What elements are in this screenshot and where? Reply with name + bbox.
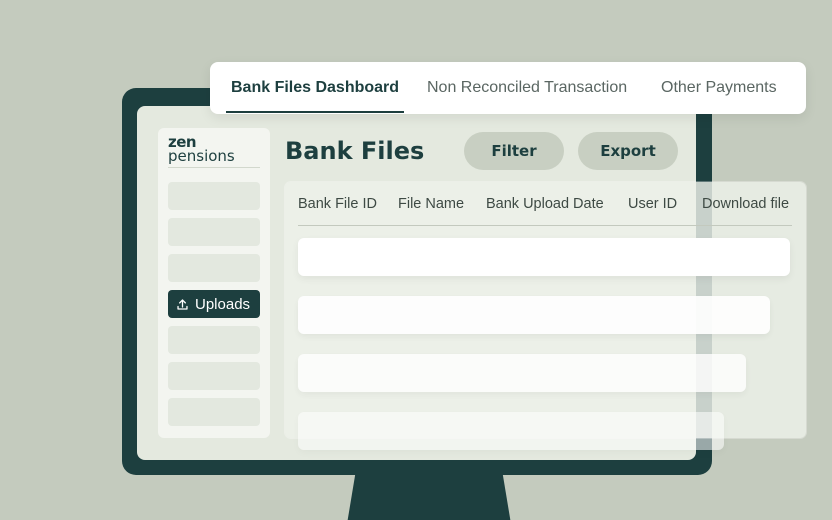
sidebar-item-placeholder[interactable] xyxy=(168,254,260,282)
column-header-file-name[interactable]: File Name xyxy=(398,196,464,212)
column-header-download-file[interactable]: Download file xyxy=(702,196,789,212)
table-row[interactable] xyxy=(298,412,724,450)
column-header-bank-file-id[interactable]: Bank File ID xyxy=(298,196,377,212)
table-row[interactable] xyxy=(298,296,770,334)
page-title: Bank Files xyxy=(285,137,425,165)
active-tab-underline xyxy=(226,111,404,113)
tab-other-payments[interactable]: Other Payments xyxy=(661,79,777,97)
table-row[interactable] xyxy=(298,238,790,276)
monitor-stand xyxy=(346,470,512,520)
upload-icon xyxy=(177,298,188,310)
filter-button[interactable]: Filter xyxy=(464,132,564,170)
tab-bar: Bank Files Dashboard Non Reconciled Tran… xyxy=(210,62,806,114)
sidebar-item-placeholder[interactable] xyxy=(168,362,260,390)
column-header-user-id[interactable]: User ID xyxy=(628,196,677,212)
table-header: Bank File ID File Name Bank Upload Date … xyxy=(298,196,792,226)
sidebar-item-placeholder[interactable] xyxy=(168,398,260,426)
sidebar-item-label: Uploads xyxy=(195,295,251,313)
table-row[interactable] xyxy=(298,354,746,392)
sidebar-item-placeholder[interactable] xyxy=(168,218,260,246)
column-header-bank-upload-date[interactable]: Bank Upload Date xyxy=(486,196,604,212)
tab-non-reconciled-transaction[interactable]: Non Reconciled Transaction xyxy=(427,79,627,97)
logo-line-2: pensions xyxy=(168,147,235,165)
sidebar-item-placeholder[interactable] xyxy=(168,182,260,210)
sidebar-item-placeholder[interactable] xyxy=(168,326,260,354)
sidebar-item-uploads[interactable]: Uploads xyxy=(168,290,260,318)
export-button[interactable]: Export xyxy=(578,132,678,170)
zen-pensions-logo: zen pensions xyxy=(168,135,260,168)
sidebar xyxy=(158,128,270,438)
tab-bank-files-dashboard[interactable]: Bank Files Dashboard xyxy=(231,79,399,97)
